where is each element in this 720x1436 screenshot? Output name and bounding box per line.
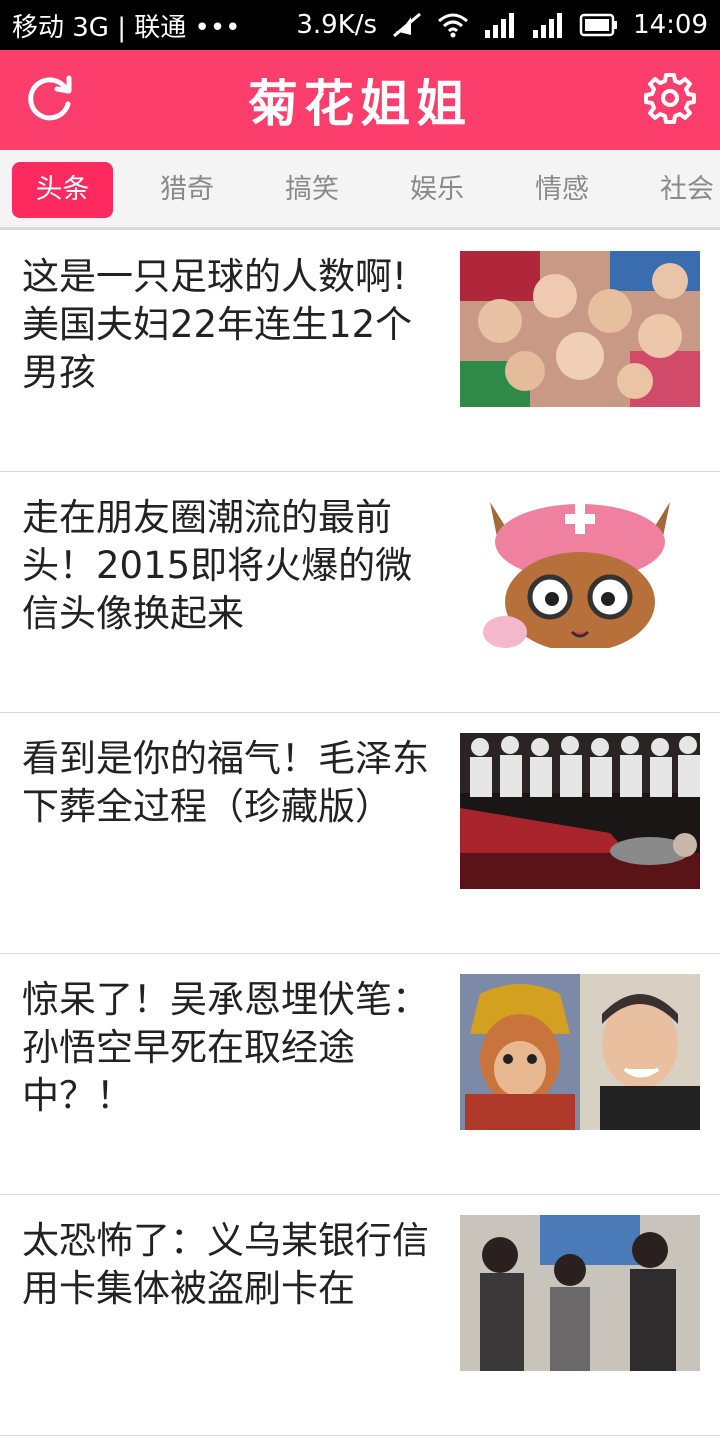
news-thumbnail-historic-photo [460,733,700,889]
refresh-icon [23,71,77,129]
news-item[interactable]: 走在朋友圈潮流的最前头！2015即将火爆的微信头像换起来 [0,472,720,713]
news-item[interactable]: 惊呆了！吴承恩埋伏笔：孙悟空早死在取经途中？！ [0,954,720,1195]
battery-icon [579,13,619,37]
refresh-button[interactable] [22,72,78,128]
news-title: 这是一只足球的人数啊!美国夫妇22年连生12个男孩 [22,255,413,394]
news-title: 太恐怖了：义乌某银行信用卡集体被盗刷卡在 [22,1219,429,1310]
app-header: 菊花姐姐 [0,50,720,150]
tab-funny[interactable]: 搞笑 [262,162,362,218]
network-speed: 3.9K/s [296,10,378,40]
status-bar: 移动 3G | 联通 ••• 3.9K/s 14:09 [0,0,720,50]
news-item[interactable]: 太恐怖了：义乌某银行信用卡集体被盗刷卡在 [0,1195,720,1436]
gear-icon [643,71,697,129]
news-title: 看到是你的福气！毛泽东下葬全过程（珍藏版） [22,737,429,828]
tab-headlines[interactable]: 头条 [12,162,113,218]
signal-icon-2 [531,12,565,38]
clock-time: 14:09 [633,10,708,40]
news-title: 走在朋友圈潮流的最前头！2015即将火爆的微信头像换起来 [22,496,413,635]
signal-icon [483,12,517,38]
news-item[interactable]: 看到是你的福气！毛泽东下葬全过程（珍藏版） [0,713,720,954]
news-item[interactable]: 这是一只足球的人数啊!美国夫妇22年连生12个男孩 [0,231,720,472]
app-title: 菊花姐姐 [248,75,472,133]
news-thumbnail-cartoon [460,492,700,648]
tab-emotion[interactable]: 情感 [512,162,612,218]
tab-society[interactable]: 社会 [637,162,720,218]
news-thumbnail-family-photo [460,251,700,407]
settings-button[interactable] [642,72,698,128]
news-thumbnail-monkey-king [460,974,700,1130]
tab-entertainment[interactable]: 娱乐 [387,162,487,218]
news-title: 惊呆了！吴承恩埋伏笔：孙悟空早死在取经途中？！ [22,978,429,1117]
category-tab-bar: 头条 猎奇 搞笑 娱乐 情感 社会 [0,150,720,230]
mute-icon [391,11,423,39]
news-thumbnail-bank-crowd [460,1215,700,1371]
wifi-icon [437,12,469,38]
carrier-text: 移动 3G | 联通 ••• [12,12,241,43]
tab-curious[interactable]: 猎奇 [137,162,237,218]
